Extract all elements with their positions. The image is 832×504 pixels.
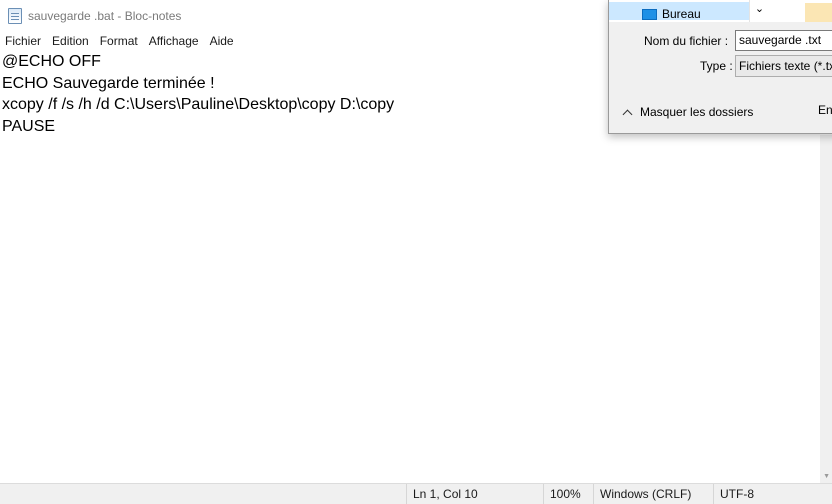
filename-label: Nom du fichier : — [644, 34, 729, 48]
menu-affichage[interactable]: Affichage — [144, 34, 205, 48]
save-button[interactable]: Enr — [818, 103, 832, 117]
type-label: Type : — [700, 59, 733, 73]
status-position: Ln 1, Col 10 — [406, 484, 543, 504]
menu-aide[interactable]: Aide — [205, 34, 240, 48]
menu-fichier[interactable]: Fichier — [0, 34, 47, 48]
file-type-select[interactable]: Fichiers texte (*.txt) — [735, 55, 832, 77]
notepad-icon — [8, 7, 22, 24]
window-title: sauvegarde .bat - Bloc-notes — [28, 8, 182, 23]
scroll-down-arrow-icon[interactable]: ▼ — [823, 473, 830, 480]
folder-label: Bureau — [662, 7, 701, 21]
status-bar: Ln 1, Col 10 100% Windows (CRLF) UTF-8 — [0, 483, 832, 504]
vertical-scrollbar[interactable]: ▼ — [820, 135, 832, 483]
folder-thumbnail-icon — [805, 3, 832, 22]
hide-folders-label: Masquer les dossiers — [640, 105, 754, 119]
menu-edition[interactable]: Edition — [47, 34, 95, 48]
chevron-up-icon — [622, 109, 633, 119]
filename-input[interactable]: sauvegarde .txt — [735, 30, 832, 51]
status-line-ending: Windows (CRLF) — [593, 484, 713, 504]
chevron-down-icon[interactable]: ⌄ — [749, 0, 769, 22]
status-encoding: UTF-8 — [713, 484, 832, 504]
desktop-folder-icon — [642, 9, 657, 20]
save-as-dialog: Bureau ⌄ Nom du fichier : sauvegarde .tx… — [608, 0, 832, 134]
hide-folders-toggle[interactable]: Masquer les dossiers — [622, 105, 754, 119]
menu-format[interactable]: Format — [95, 34, 144, 48]
folder-tree: Bureau ⌄ — [609, 0, 832, 22]
status-zoom: 100% — [543, 484, 593, 504]
